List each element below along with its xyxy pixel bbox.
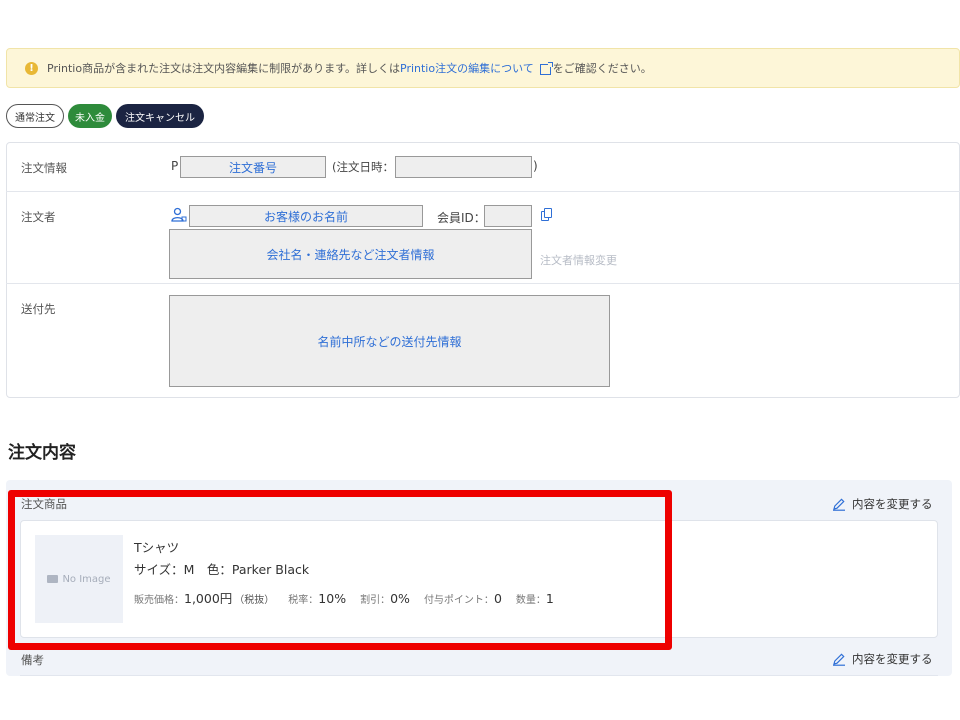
pencil-icon — [833, 653, 845, 666]
copy-icon[interactable] — [541, 208, 553, 222]
highlight-annotation — [8, 490, 672, 650]
notice-text-before: Printio商品が含まれた注文は注文内容編集に制限があります。詳しくは — [47, 62, 400, 75]
order-cancel-badge[interactable]: 注文キャンセル — [116, 104, 204, 128]
member-id-field — [484, 205, 532, 227]
printio-edit-help-link[interactable]: Printio注文の編集について — [400, 60, 534, 76]
order-number-field: 注文番号 — [180, 156, 326, 178]
row-divider — [6, 191, 960, 192]
external-link-icon[interactable] — [539, 61, 553, 75]
order-date-field — [395, 156, 532, 178]
order-date-label: (注文日時： — [332, 160, 394, 174]
edit-notes-button[interactable]: 内容を変更する — [832, 651, 933, 667]
order-info-label: 注文情報 — [21, 161, 67, 175]
info-icon: ! — [25, 61, 38, 75]
shipping-label: 送付先 — [21, 302, 56, 316]
restriction-notice: ! Printio商品が含まれた注文は注文内容編集に制限があります。詳しくは P… — [6, 48, 960, 88]
member-id-label: 会員ID： — [437, 211, 486, 225]
orderer-details-box: 会社名・連絡先など注文者情報 — [169, 229, 532, 279]
notice-text-after: をご確認ください。 — [552, 62, 652, 75]
shipping-details-box: 名前中所などの送付先情報 — [169, 295, 610, 387]
order-contents-title: 注文内容 — [8, 443, 76, 463]
payment-status-badge: 未入金 — [68, 104, 112, 128]
order-type-badge: 通常注文 — [6, 104, 64, 128]
row-divider — [6, 283, 960, 284]
customer-name-field[interactable]: お客様のお名前 — [189, 205, 423, 227]
order-date-close: ) — [533, 159, 538, 173]
edit-notes-label: 内容を変更する — [852, 652, 933, 666]
notes-divider — [20, 675, 938, 676]
change-orderer-link[interactable]: 注文者情報変更 — [540, 252, 617, 268]
user-icon — [171, 207, 187, 222]
edit-products-button[interactable]: 内容を変更する — [832, 496, 933, 512]
orderer-label: 注文者 — [21, 210, 56, 224]
pencil-icon — [833, 498, 845, 511]
notes-label: 備考 — [21, 653, 44, 667]
order-number-prefix: P — [171, 159, 179, 173]
edit-products-label: 内容を変更する — [852, 497, 933, 511]
